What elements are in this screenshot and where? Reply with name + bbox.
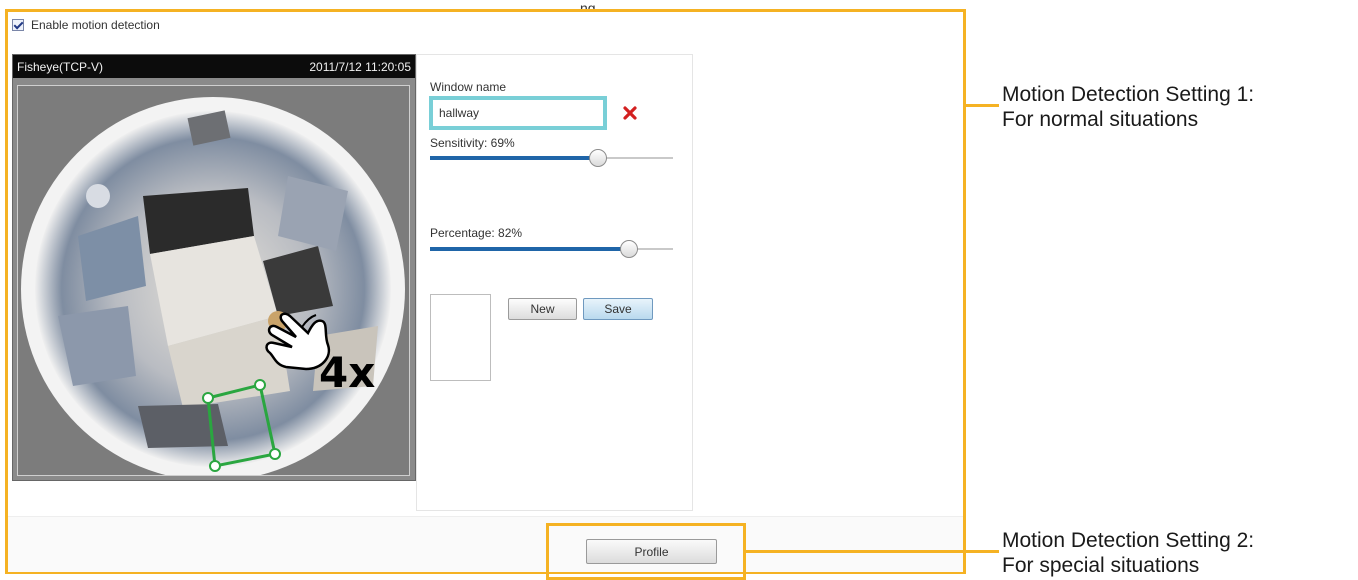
setting1-title: Motion Detection Setting 1: [1002,83,1255,106]
setting1-annotation: Motion Detection Setting 1: For normal s… [1002,82,1254,132]
enable-motion-row[interactable]: Enable motion detection [12,18,160,32]
slider-fill [430,156,598,160]
enable-motion-label: Enable motion detection [31,18,160,32]
video-timestamp: 2011/7/12 11:20:05 [309,59,411,74]
percentage-label: Percentage: 82% [430,226,523,240]
video-header: Fisheye(TCP-V) 2011/7/12 11:20:05 [13,55,415,78]
tap-count-overlay: 4x [319,348,376,397]
setting2-connector [746,550,999,553]
video-source-label: Fisheye(TCP-V) [17,59,104,74]
video-panel: Fisheye(TCP-V) 2011/7/12 11:20:05 [12,54,416,481]
window-name-label: Window name [430,80,507,94]
slider-thumb[interactable] [588,149,607,167]
new-window-button[interactable]: New [508,298,577,320]
top-cut-off-text: ng [580,0,596,9]
motion-window-handle [269,448,281,460]
percentage-slider[interactable] [430,239,673,259]
motion-window-handle [202,392,214,404]
profile-button[interactable]: Profile [586,539,717,564]
fisheye-image [18,86,409,475]
window-name-input[interactable] [429,96,607,130]
delete-window-icon[interactable] [622,105,638,121]
slider-thumb[interactable] [620,240,639,258]
save-window-button[interactable]: Save [583,298,653,320]
window-preview-box [430,294,491,381]
slider-fill [430,247,630,251]
setting2-subtitle: For special situations [1002,554,1200,577]
profile-bar [8,516,963,572]
setting2-annotation: Motion Detection Setting 2: For special … [1002,528,1254,578]
motion-window-handle [209,460,221,472]
motion-window-handle [254,379,266,391]
setting1-connector [966,104,999,107]
setting1-subtitle: For normal situations [1002,108,1199,131]
sensitivity-slider[interactable] [430,148,673,168]
fisheye-video-view[interactable] [17,85,410,476]
setting2-title: Motion Detection Setting 2: [1002,529,1255,552]
enable-motion-checkbox[interactable] [12,19,24,31]
